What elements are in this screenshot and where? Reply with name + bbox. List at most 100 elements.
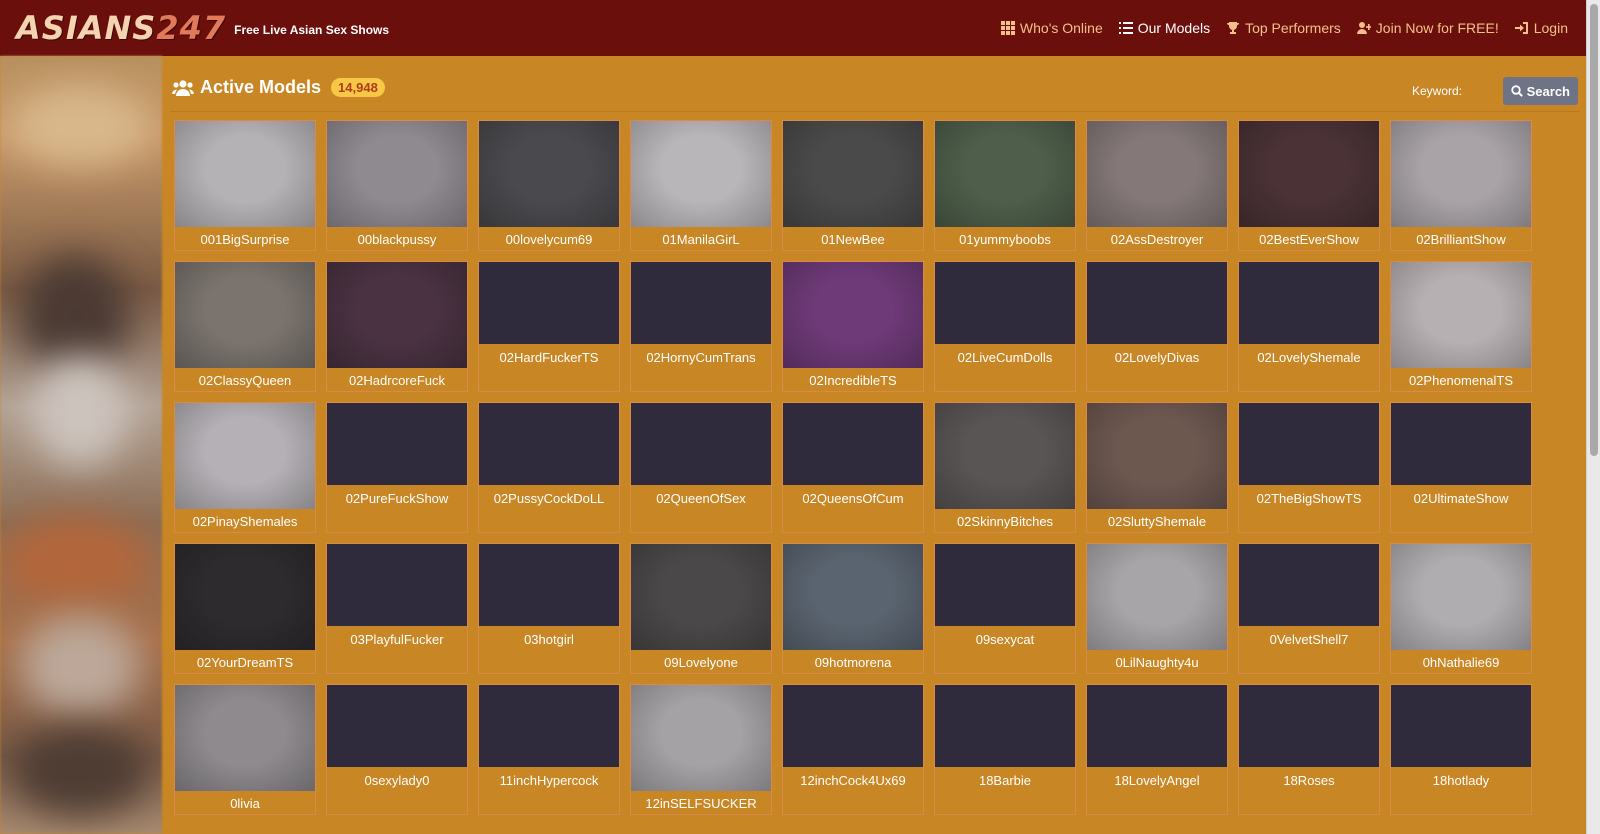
nav-top-performers[interactable]: Top Performers: [1226, 20, 1341, 36]
model-thumbnail[interactable]: [175, 403, 315, 509]
model-card[interactable]: 02HornyCumTrans: [630, 261, 772, 392]
model-name[interactable]: 02BestEverShow: [1239, 232, 1379, 247]
model-thumbnail[interactable]: [1087, 685, 1227, 767]
model-name[interactable]: 01NewBee: [783, 232, 923, 247]
model-card[interactable]: 02IncredibleTS: [782, 261, 924, 392]
model-thumbnail[interactable]: [479, 544, 619, 626]
nav-our-models[interactable]: Our Models: [1118, 20, 1210, 36]
model-name[interactable]: 11inchHypercock: [479, 773, 619, 788]
model-card[interactable]: 02PhenomenalTS: [1390, 261, 1532, 392]
model-card[interactable]: 02ClassyQueen: [174, 261, 316, 392]
model-name[interactable]: 18LovelyAngel: [1087, 773, 1227, 788]
model-name[interactable]: 0livia: [175, 796, 315, 811]
model-thumbnail[interactable]: [1391, 121, 1531, 227]
model-name[interactable]: 02SkinnyBitches: [935, 514, 1075, 529]
model-thumbnail[interactable]: [631, 685, 771, 791]
model-thumbnail[interactable]: [631, 262, 771, 344]
model-thumbnail[interactable]: [327, 685, 467, 767]
model-thumbnail[interactable]: [1391, 403, 1531, 485]
nav-join-now[interactable]: Join Now for FREE!: [1356, 20, 1499, 36]
sidebar-ad-banner[interactable]: [0, 56, 162, 834]
model-card[interactable]: 02SkinnyBitches: [934, 402, 1076, 533]
model-thumbnail[interactable]: [1391, 262, 1531, 368]
model-card[interactable]: 02HardFuckerTS: [478, 261, 620, 392]
model-card[interactable]: 02AssDestroyer: [1086, 120, 1228, 251]
model-name[interactable]: 02TheBigShowTS: [1239, 491, 1379, 506]
model-name[interactable]: 02HardFuckerTS: [479, 350, 619, 365]
model-name[interactable]: 02PinayShemales: [175, 514, 315, 529]
nav-login[interactable]: Login: [1514, 20, 1568, 36]
model-name[interactable]: 02QueenOfSex: [631, 491, 771, 506]
model-name[interactable]: 01yummyboobs: [935, 232, 1075, 247]
model-card[interactable]: 11inchHypercock: [478, 684, 620, 815]
scrollbar-thumb[interactable]: [1590, 4, 1598, 456]
model-name[interactable]: 12inSELFSUCKER: [631, 796, 771, 811]
model-card[interactable]: 02LovelyShemale: [1238, 261, 1380, 392]
model-card[interactable]: 18hotlady: [1390, 684, 1532, 815]
model-card[interactable]: 02QueenOfSex: [630, 402, 772, 533]
model-name[interactable]: 02LovelyDivas: [1087, 350, 1227, 365]
model-card[interactable]: 02YourDreamTS: [174, 543, 316, 674]
model-thumbnail[interactable]: [1239, 403, 1379, 485]
model-card[interactable]: 02PussyCockDoLL: [478, 402, 620, 533]
model-name[interactable]: 02HornyCumTrans: [631, 350, 771, 365]
model-thumbnail[interactable]: [631, 403, 771, 485]
site-logo[interactable]: ASIANS247 Free Live Asian Sex Shows: [16, 9, 389, 47]
model-thumbnail[interactable]: [479, 121, 619, 227]
model-thumbnail[interactable]: [783, 121, 923, 227]
model-thumbnail[interactable]: [935, 544, 1075, 626]
model-thumbnail[interactable]: [783, 544, 923, 650]
search-button[interactable]: Search: [1502, 77, 1578, 105]
model-name[interactable]: 001BigSurprise: [175, 232, 315, 247]
model-name[interactable]: 02ClassyQueen: [175, 373, 315, 388]
model-thumbnail[interactable]: [783, 262, 923, 368]
model-card[interactable]: 02SluttyShemale: [1086, 402, 1228, 533]
model-name[interactable]: 09sexycat: [935, 632, 1075, 647]
model-card[interactable]: 0livia: [174, 684, 316, 815]
model-card[interactable]: 02HadrcoreFuck: [326, 261, 468, 392]
model-card[interactable]: 02LovelyDivas: [1086, 261, 1228, 392]
model-name[interactable]: 03PlayfulFucker: [327, 632, 467, 647]
model-thumbnail[interactable]: [1239, 685, 1379, 767]
model-card[interactable]: 02LiveCumDolls: [934, 261, 1076, 392]
model-card[interactable]: 00lovelycum69: [478, 120, 620, 251]
model-card[interactable]: 09Lovelyone: [630, 543, 772, 674]
model-card[interactable]: 02TheBigShowTS: [1238, 402, 1380, 533]
model-card[interactable]: 01ManilaGirL: [630, 120, 772, 251]
model-thumbnail[interactable]: [1239, 262, 1379, 344]
model-name[interactable]: 0VelvetShell7: [1239, 632, 1379, 647]
model-thumbnail[interactable]: [327, 262, 467, 368]
model-card[interactable]: 03hotgirl: [478, 543, 620, 674]
model-thumbnail[interactable]: [783, 685, 923, 767]
model-thumbnail[interactable]: [1239, 544, 1379, 626]
model-name[interactable]: 02LovelyShemale: [1239, 350, 1379, 365]
model-thumbnail[interactable]: [1391, 544, 1531, 650]
model-card[interactable]: 18Roses: [1238, 684, 1380, 815]
model-card[interactable]: 02BrilliantShow: [1390, 120, 1532, 251]
model-thumbnail[interactable]: [1239, 121, 1379, 227]
model-thumbnail[interactable]: [175, 262, 315, 368]
model-card[interactable]: 0sexylady0: [326, 684, 468, 815]
model-card[interactable]: 02PureFuckShow: [326, 402, 468, 533]
model-name[interactable]: 09Lovelyone: [631, 655, 771, 670]
model-card[interactable]: 12inchCock4Ux69: [782, 684, 924, 815]
model-name[interactable]: 02HadrcoreFuck: [327, 373, 467, 388]
model-thumbnail[interactable]: [479, 403, 619, 485]
model-name[interactable]: 18hotlady: [1391, 773, 1531, 788]
model-thumbnail[interactable]: [479, 685, 619, 767]
model-card[interactable]: 0hNathalie69: [1390, 543, 1532, 674]
page-scrollbar[interactable]: [1586, 0, 1600, 834]
model-thumbnail[interactable]: [935, 403, 1075, 509]
model-name[interactable]: 02AssDestroyer: [1087, 232, 1227, 247]
nav-whos-online[interactable]: Who's Online: [1000, 20, 1103, 36]
model-thumbnail[interactable]: [1391, 685, 1531, 767]
model-card[interactable]: 02PinayShemales: [174, 402, 316, 533]
model-name[interactable]: 0hNathalie69: [1391, 655, 1531, 670]
model-card[interactable]: 001BigSurprise: [174, 120, 316, 251]
model-name[interactable]: 02BrilliantShow: [1391, 232, 1531, 247]
model-thumbnail[interactable]: [327, 121, 467, 227]
model-name[interactable]: 00blackpussy: [327, 232, 467, 247]
model-thumbnail[interactable]: [935, 685, 1075, 767]
model-thumbnail[interactable]: [1087, 403, 1227, 509]
model-thumbnail[interactable]: [175, 121, 315, 227]
